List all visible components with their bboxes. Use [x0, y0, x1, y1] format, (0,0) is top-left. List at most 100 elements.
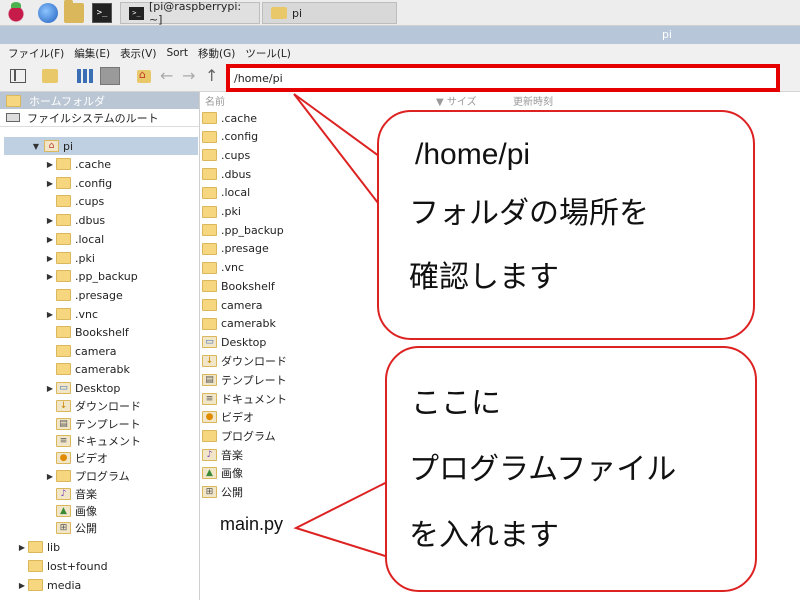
file-row-label: テンプレート — [221, 373, 287, 387]
expand-arrow-icon[interactable]: ▶ — [44, 216, 56, 225]
expand-arrow-icon[interactable]: ▶ — [44, 384, 56, 393]
expand-arrow-icon[interactable]: ▶ — [44, 179, 56, 188]
file-row[interactable]: ▲ 画像 — [202, 464, 243, 482]
music-folder-icon: ♪ — [56, 488, 71, 500]
file-row-label: Desktop — [221, 335, 267, 349]
tree-item-23[interactable]: lost+found — [16, 557, 108, 575]
terminal-icon[interactable]: >_ — [92, 3, 112, 23]
tree-item-3[interactable]: .cups — [44, 192, 104, 210]
public-folder-icon: ⊞ — [202, 486, 217, 498]
expand-arrow-icon[interactable]: ▶ — [44, 254, 56, 263]
file-manager-icon[interactable] — [64, 0, 84, 23]
file-row[interactable]: camerabk — [202, 315, 276, 333]
tree-item-21[interactable]: ⊞ 公開 — [44, 519, 97, 537]
expand-arrow-icon[interactable]: ▶ — [44, 235, 56, 244]
callout-program-line2: プログラムファイル — [409, 453, 677, 486]
file-row-label: ダウンロード — [221, 355, 287, 369]
file-row[interactable]: .pp_backup — [202, 221, 284, 239]
tree-item-2[interactable]: ▶ .config — [44, 174, 112, 192]
file-row[interactable]: .presage — [202, 240, 269, 258]
file-row-label: Bookshelf — [221, 279, 275, 293]
tree-item-4[interactable]: ▶ .dbus — [44, 211, 105, 229]
file-row[interactable]: .local — [202, 184, 250, 202]
tree-item-16[interactable]: ≡ ドキュメント — [44, 432, 141, 450]
tree-item-1[interactable]: ▶ .cache — [44, 155, 111, 173]
menu-sort[interactable]: Sort — [166, 47, 188, 59]
path-input[interactable] — [230, 68, 776, 88]
file-row[interactable]: .vnc — [202, 259, 244, 277]
menu-view[interactable]: 表示(V) — [120, 46, 156, 61]
forward-button[interactable]: → — [182, 66, 195, 85]
expand-arrow-icon[interactable]: ▶ — [16, 543, 28, 552]
column-name[interactable]: 名前 — [205, 93, 225, 108]
tree-item-12[interactable]: camerabk — [44, 360, 130, 378]
callout-path-line3: 確認します — [409, 261, 559, 294]
tree-item-0[interactable]: ▼ ⌂ pi — [4, 137, 198, 155]
column-size[interactable]: ▼ サイズ — [436, 93, 477, 108]
file-row[interactable]: ▭ Desktop — [202, 333, 266, 351]
file-row[interactable]: camera — [202, 296, 263, 314]
tree-item-18[interactable]: ▶ プログラム — [44, 467, 130, 485]
file-row[interactable]: ▤ テンプレート — [202, 371, 287, 389]
file-row[interactable]: .cups — [202, 146, 250, 164]
taskbar-terminal-task[interactable]: >_ [pi@raspberrypi: ~] — [120, 0, 260, 26]
menu-file[interactable]: ファイル(F) — [8, 46, 64, 61]
tree-item-24[interactable]: ▶ media — [16, 576, 81, 594]
sidebar-header-home[interactable]: ホームフォルダ — [0, 92, 199, 109]
expand-arrow-icon[interactable]: ▶ — [44, 272, 56, 281]
tree-item-15[interactable]: ▤ テンプレート — [44, 415, 141, 433]
tree-item-5[interactable]: ▶ .local — [44, 230, 104, 248]
tree-item-19[interactable]: ♪ 音楽 — [44, 485, 97, 503]
toggle-sidebar-button[interactable] — [10, 69, 26, 83]
tree-item-10[interactable]: Bookshelf — [44, 323, 129, 341]
browser-icon[interactable] — [38, 3, 58, 23]
file-row[interactable]: ♪ 音楽 — [202, 446, 243, 464]
file-row[interactable]: .dbus — [202, 165, 251, 183]
file-row[interactable]: .pki — [202, 203, 241, 221]
column-modified[interactable]: 更新時刻 — [513, 93, 553, 108]
folder-folder-icon — [56, 195, 71, 207]
new-folder-button[interactable] — [42, 69, 58, 83]
file-row[interactable]: ⊞ 公開 — [202, 483, 243, 501]
folder-folder-icon — [202, 242, 217, 255]
icon-view-button[interactable] — [77, 69, 93, 83]
tree-item-6[interactable]: ▶ .pki — [44, 249, 95, 267]
menu-tools[interactable]: ツール(L) — [245, 46, 291, 61]
folder-folder-icon — [56, 214, 71, 226]
tree-item-13[interactable]: ▶ ▭ Desktop — [44, 379, 120, 397]
taskbar-filemanager-task[interactable]: pi — [262, 2, 397, 24]
callout-path-line2: フォルダの場所を — [409, 197, 649, 230]
back-button[interactable]: ← — [160, 66, 173, 85]
file-row[interactable]: ● ビデオ — [202, 408, 254, 426]
tree-item-8[interactable]: .presage — [44, 286, 123, 304]
tree-item-9[interactable]: ▶ .vnc — [44, 305, 98, 323]
tree-item-14[interactable]: ↓ ダウンロード — [44, 397, 141, 415]
file-row[interactable]: ↓ ダウンロード — [202, 352, 287, 370]
menu-go[interactable]: 移動(G) — [198, 46, 235, 61]
file-row[interactable]: Bookshelf — [202, 277, 275, 295]
folder-folder-icon — [202, 149, 217, 162]
file-row[interactable]: ≡ ドキュメント — [202, 390, 287, 408]
tree-item-22[interactable]: ▶ lib — [16, 538, 60, 556]
home-button[interactable] — [137, 68, 151, 83]
expand-arrow-icon[interactable]: ▶ — [44, 310, 56, 319]
tree-item-17[interactable]: ● ビデオ — [44, 449, 108, 467]
up-button[interactable]: ↑ — [205, 66, 218, 85]
file-row[interactable]: プログラム — [202, 427, 276, 445]
tree-item-20[interactable]: ▲ 画像 — [44, 502, 97, 520]
file-row-label: .cache — [221, 111, 258, 125]
tree-item-11[interactable]: camera — [44, 342, 117, 360]
list-view-button[interactable] — [100, 67, 120, 85]
raspberry-menu-icon[interactable] — [6, 2, 26, 23]
collapse-arrow-icon[interactable]: ▼ — [30, 142, 42, 151]
sidebar-filesystem-root[interactable]: ファイルシステムのルート — [0, 109, 199, 127]
file-row[interactable]: .config — [202, 128, 258, 146]
menu-edit[interactable]: 編集(E) — [74, 46, 110, 61]
expand-arrow-icon[interactable]: ▶ — [44, 160, 56, 169]
tree-item-7[interactable]: ▶ .pp_backup — [44, 267, 138, 285]
file-row[interactable]: .cache — [202, 109, 257, 127]
expand-arrow-icon[interactable]: ▶ — [44, 472, 56, 481]
expand-arrow-icon[interactable]: ▶ — [16, 581, 28, 590]
window-titlebar[interactable]: pi — [0, 26, 800, 44]
sidebar-header-label: ホームフォルダ — [29, 94, 106, 108]
